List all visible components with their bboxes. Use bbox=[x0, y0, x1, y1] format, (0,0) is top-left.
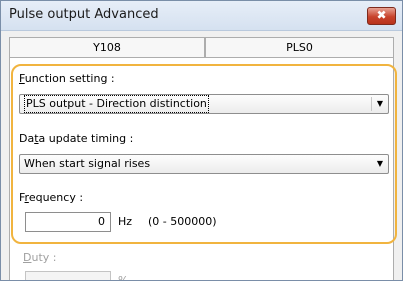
duty-unit: % bbox=[118, 274, 129, 281]
tab-strip: Y108 PLS0 bbox=[9, 37, 394, 58]
tab-pls0[interactable]: PLS0 bbox=[205, 37, 394, 58]
highlight-frame bbox=[11, 64, 397, 244]
close-icon: ✖ bbox=[376, 8, 387, 22]
window-title: Pulse output Advanced bbox=[9, 7, 159, 22]
title-bar[interactable]: Pulse output Advanced ✖ bbox=[1, 1, 402, 31]
tab-y108[interactable]: Y108 bbox=[9, 37, 205, 58]
pulse-output-advanced-dialog: Pulse output Advanced ✖ Y108 PLS0 Functi… bbox=[0, 0, 403, 281]
close-button[interactable]: ✖ bbox=[367, 7, 396, 25]
duty-input[interactable] bbox=[25, 271, 111, 280]
duty-label: Duty : bbox=[23, 251, 57, 264]
